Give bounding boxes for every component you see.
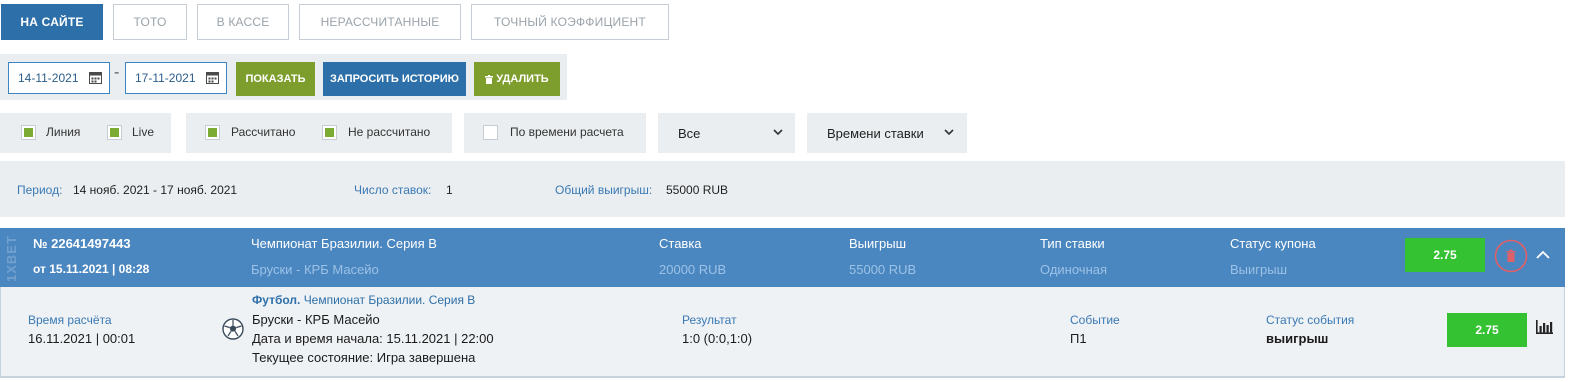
soccer-ball-icon (222, 318, 244, 340)
bets-count-value: 1 (446, 183, 453, 197)
date-from-value: 14-11-2021 (18, 71, 79, 85)
calendar-icon[interactable] (206, 71, 219, 84)
event-match: Бруски - КРБ Масейо (252, 312, 380, 327)
unsettled-label: Не рассчитано (348, 125, 431, 139)
settle-time-value: 16.11.2021 | 00:01 (28, 331, 136, 346)
coupon-match: Бруски - КРБ Масейо (251, 262, 379, 277)
bet-type-label: Тип ставки (1040, 236, 1105, 251)
coupon-status-value: Выигрыш (1230, 262, 1288, 277)
result-label: Результат (682, 313, 737, 327)
live-checkbox[interactable] (107, 125, 122, 140)
win-label: Выигрыш (849, 236, 907, 251)
request-history-button[interactable]: ЗАПРОСИТЬ ИСТОРИЮ (323, 62, 466, 96)
sport-name: Футбол. (252, 293, 301, 307)
settled-checkbox[interactable] (205, 125, 220, 140)
settled-label: Рассчитано (231, 125, 296, 139)
date-to-input[interactable]: 17-11-2021 (125, 62, 227, 94)
by-settle-time-label: По времени расчета (510, 125, 624, 139)
unsettled-checkbox[interactable] (322, 125, 337, 140)
coupon-number: № 22641497443 (33, 236, 131, 251)
live-label: Live (132, 125, 155, 139)
stake-label: Ставка (659, 236, 702, 251)
show-button[interactable]: ПОКАЗАТЬ (236, 62, 315, 96)
event-state: Текущее состояние: Игра завершена (252, 350, 476, 365)
settle-time-label: Время расчёта (28, 313, 112, 327)
coupon-header[interactable] (0, 228, 1565, 287)
tab-exact-odds[interactable]: ТОЧНЫЙ КОЭФФИЦИЕНТ (471, 4, 669, 40)
event-competition: Футбол. Чемпионат Бразилии. Серия B (252, 293, 475, 307)
delete-button[interactable]: УДАЛИТЬ (474, 62, 560, 96)
event-value: П1 (1070, 331, 1087, 346)
win-value: 55000 RUB (849, 262, 917, 277)
sort-select[interactable]: Времени ставки (807, 113, 967, 153)
event-championship: Чемпионат Бразилии. Серия B (303, 293, 476, 307)
bet-type-select-value: Все (678, 125, 701, 141)
coupon-date: от 15.11.2021 | 08:28 (33, 262, 150, 276)
bet-type-select[interactable]: Все (658, 113, 795, 153)
line-checkbox[interactable] (21, 125, 36, 140)
coupon-status-label: Статус купона (1230, 236, 1316, 251)
delete-button-label: УДАЛИТЬ (496, 73, 549, 85)
event-start-time: Дата и время начала: 15.11.2021 | 22:00 (252, 331, 494, 346)
coupon-odds-badge: 2.75 (1405, 238, 1485, 272)
period-value: 14 нояб. 2021 - 17 нояб. 2021 (73, 183, 238, 197)
sort-select-value: Времени ставки (827, 125, 924, 141)
by-settle-time-checkbox[interactable] (483, 125, 498, 140)
trash-icon (485, 74, 494, 84)
total-win-label: Общий выигрыш: (555, 183, 653, 197)
tab-unsettled[interactable]: НЕРАССЧИТАННЫЕ (299, 4, 461, 40)
result-value: 1:0 (0:0,1:0) (682, 331, 753, 346)
event-label: Событие (1070, 313, 1120, 327)
tab-on-site[interactable]: НА САЙТЕ (1, 4, 103, 40)
date-from-input[interactable]: 14-11-2021 (8, 62, 110, 94)
brand-watermark: 1XBET (4, 235, 19, 282)
event-status-label: Статус события (1266, 313, 1355, 327)
bet-type-value: Одиночная (1040, 262, 1108, 277)
coupon-championship: Чемпионат Бразилии. Серия B (251, 236, 437, 251)
chevron-down-icon (944, 129, 954, 136)
period-label: Период: (17, 183, 63, 197)
calendar-icon[interactable] (89, 71, 102, 84)
total-win-value: 55000 RUB (666, 183, 729, 197)
line-label: Линия (46, 125, 81, 139)
bets-count-label: Число ставок: (354, 183, 432, 197)
tab-toto[interactable]: ТОТО (113, 4, 187, 40)
stake-value: 20000 RUB (659, 262, 727, 277)
event-odds-badge: 2.75 (1447, 313, 1527, 347)
chevron-down-icon (773, 129, 783, 136)
tab-at-cashdesk[interactable]: В КАССЕ (197, 4, 289, 40)
bar-chart-icon[interactable] (1536, 320, 1553, 334)
event-status-value: выигрыш (1266, 331, 1329, 346)
delete-coupon-icon[interactable] (1494, 239, 1528, 273)
date-separator: - (114, 64, 120, 81)
chevron-up-icon[interactable] (1536, 249, 1550, 261)
date-to-value: 17-11-2021 (135, 71, 196, 85)
